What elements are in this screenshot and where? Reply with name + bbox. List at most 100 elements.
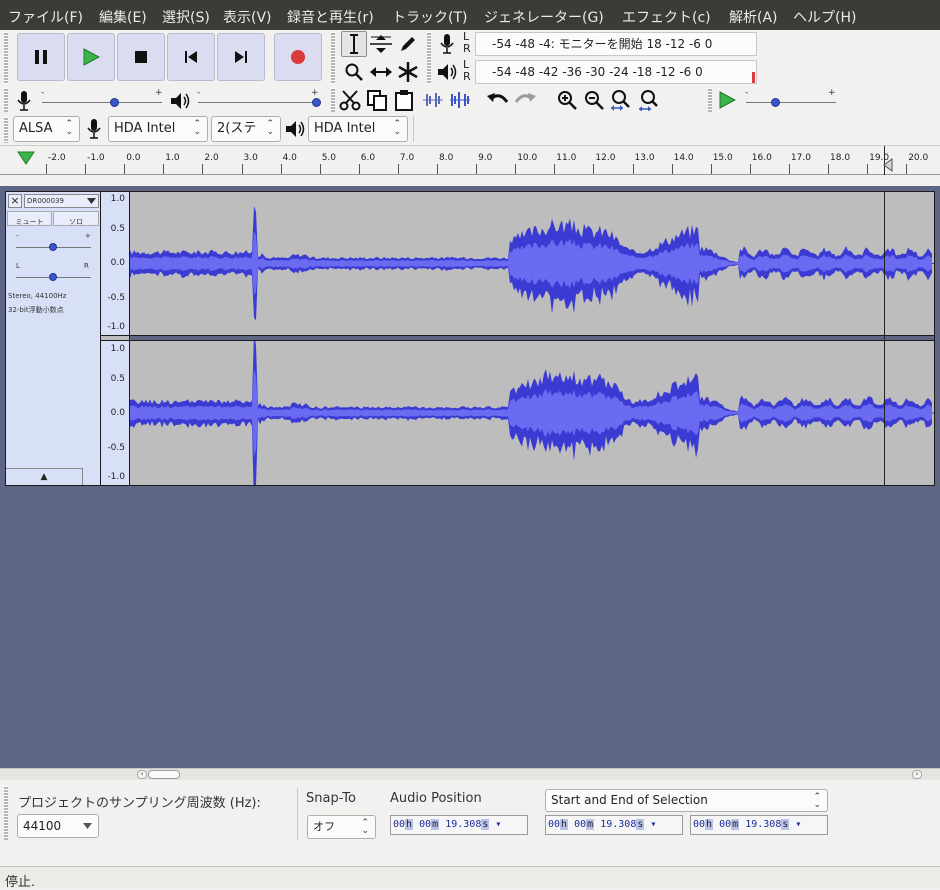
play-button[interactable] [67, 33, 115, 81]
cut-button[interactable] [337, 87, 363, 113]
toolbar-grip[interactable] [4, 32, 8, 84]
spinner-arrows-icon: ⌃ ⌄ [193, 119, 201, 137]
audio-host-select[interactable]: ALSA ⌃ ⌄ [13, 116, 80, 142]
scroll-left-button[interactable]: ‹ [137, 770, 147, 779]
track-pan-thumb[interactable] [49, 273, 57, 281]
menu-edit[interactable]: 編集(E) [99, 7, 147, 27]
solo-label: ソロ [69, 218, 83, 226]
scrollbar-thumb[interactable] [148, 770, 180, 779]
playback-device-select[interactable]: HDA Intel ⌃ ⌄ [308, 116, 408, 142]
zoom-in-button[interactable] [554, 87, 580, 113]
playback-volume-slider[interactable] [198, 102, 318, 103]
snap-to-select[interactable]: オフ ⌃ ⌄ [307, 815, 376, 839]
ruler-tick-label: -1.0 [87, 153, 105, 163]
silence-audio-button[interactable] [447, 87, 473, 113]
project-rate-value: 44100 [23, 819, 62, 833]
mute-button[interactable]: ミュート [7, 211, 52, 226]
skip-to-end-button[interactable] [217, 33, 265, 81]
close-track-button[interactable]: × [8, 194, 22, 208]
play-icon [83, 48, 100, 66]
menu-bar: ファイル(F) 編集(E) 選択(S) 表示(V) 録音と再生(r) トラック(… [0, 0, 940, 30]
time-hours: 00 [693, 819, 706, 830]
undo-button[interactable] [485, 87, 511, 113]
envelope-tool[interactable] [368, 31, 394, 57]
skip-to-start-icon [185, 51, 197, 63]
scroll-right-button[interactable]: › [912, 770, 922, 779]
record-volume-thumb[interactable] [110, 98, 119, 107]
menu-generate[interactable]: ジェネレーター(G) [484, 7, 604, 27]
track-gain-thumb[interactable] [49, 243, 57, 251]
vertical-amplitude-ruler[interactable]: 1.0 0.5 0.0 -0.5 -1.0 1.0 0.5 0.0 -0.5 -… [101, 191, 129, 486]
fit-selection-button[interactable] [608, 87, 634, 113]
fit-project-button[interactable] [635, 87, 661, 113]
redo-button[interactable] [512, 87, 538, 113]
draw-tool[interactable] [395, 31, 421, 57]
menu-file[interactable]: ファイル(F) [8, 7, 83, 27]
track-control-panel[interactable]: × DR000039 ミュート ソロ - + L R Stereo, 44100… [5, 191, 101, 486]
menu-effect[interactable]: エフェクト(c) [622, 7, 711, 27]
gain-max-label: + [85, 232, 91, 240]
menu-select[interactable]: 選択(S) [162, 7, 210, 27]
toolbar-grip[interactable] [331, 88, 335, 112]
solo-button[interactable]: ソロ [53, 211, 99, 226]
menu-transport[interactable]: 録音と再生(r) [287, 7, 374, 27]
play-at-speed-button[interactable] [714, 87, 740, 113]
selection-end-time[interactable]: 00h 00m 19.308s ▾ [690, 815, 828, 835]
amplitude-label: -1.0 [107, 472, 125, 482]
horizontal-scrollbar[interactable]: ‹ › [0, 768, 940, 780]
toolbar-grip[interactable] [4, 117, 8, 143]
waveform-left-channel[interactable] [130, 192, 934, 335]
ruler-tick [632, 164, 634, 174]
zoom-out-button[interactable] [581, 87, 607, 113]
slider-max-label: + [311, 88, 319, 98]
time-format-dropdown-icon[interactable]: ▾ [495, 819, 501, 830]
waveform-right-channel[interactable] [130, 341, 934, 485]
collapse-track-button[interactable]: ▲ [6, 468, 83, 485]
waveform-display[interactable] [129, 191, 935, 486]
audio-position-time[interactable]: 00h 00m 19.308s ▾ [390, 815, 528, 835]
toolbar-grip[interactable] [4, 88, 8, 112]
timeline-ruler[interactable]: -2.0 -1.0 0.0 1.0 2.0 3.0 4.0 5.0 6.0 7.0 8.0 9.0 10… [0, 145, 940, 175]
toolbar-grip[interactable] [4, 786, 8, 840]
time-format-dropdown-icon[interactable]: ▾ [650, 819, 656, 830]
ruler-tick-label: 12.0 [595, 153, 616, 163]
skip-to-start-button[interactable] [167, 33, 215, 81]
paste-button[interactable] [391, 87, 417, 113]
recording-device-select[interactable]: HDA Intel ⌃ ⌄ [108, 116, 208, 142]
selection-start-time[interactable]: 00h 00m 19.308s ▾ [545, 815, 683, 835]
toolbar-grip[interactable] [427, 32, 431, 84]
menu-analyze[interactable]: 解析(A) [729, 7, 778, 27]
pause-button[interactable] [17, 33, 65, 81]
record-button[interactable] [274, 33, 322, 81]
stop-button[interactable] [117, 33, 165, 81]
playback-speed-thumb[interactable] [771, 98, 780, 107]
track-menu-button[interactable]: DR000039 [24, 194, 99, 208]
time-format-dropdown-icon[interactable]: ▾ [795, 819, 801, 830]
playback-meter[interactable]: -54 -48 -42 -36 -30 -24 -18 -12 -6 0 [475, 60, 757, 84]
time-shift-tool[interactable] [368, 59, 394, 85]
playback-volume-thumb[interactable] [312, 98, 321, 107]
menu-help[interactable]: ヘルプ(H) [793, 7, 856, 27]
trim-audio-button[interactable] [420, 87, 446, 113]
recording-channels-select[interactable]: 2(ステ ⌃ ⌄ [211, 116, 281, 142]
ruler-tick-label: 15.0 [712, 153, 733, 163]
record-meter[interactable]: -54 -48 -4: モニターを開始 18 -12 -6 0 [475, 32, 757, 56]
copy-button[interactable] [364, 87, 390, 113]
pinned-play-head-icon[interactable] [16, 150, 36, 166]
menu-view[interactable]: 表示(V) [223, 7, 272, 27]
toolbar-grip[interactable] [331, 32, 335, 84]
record-meter-button[interactable] [434, 31, 460, 57]
playback-speed-slider[interactable] [746, 102, 836, 103]
toolbar-grip[interactable] [708, 88, 712, 112]
audio-position-label: Audio Position [390, 791, 482, 806]
selection-tool[interactable] [341, 31, 367, 57]
ruler-tick-label: 1.0 [165, 153, 180, 163]
time-seconds: 19.308 [600, 819, 637, 830]
multi-tool[interactable] [395, 59, 421, 85]
selection-mode-select[interactable]: Start and End of Selection ⌃ ⌄ [545, 789, 828, 812]
zoom-tool[interactable] [341, 59, 367, 85]
menu-tracks[interactable]: トラック(T) [392, 7, 467, 27]
project-rate-combo[interactable]: 44100 [17, 814, 99, 838]
playback-meter-button[interactable] [434, 59, 460, 85]
record-volume-slider[interactable] [42, 102, 162, 103]
